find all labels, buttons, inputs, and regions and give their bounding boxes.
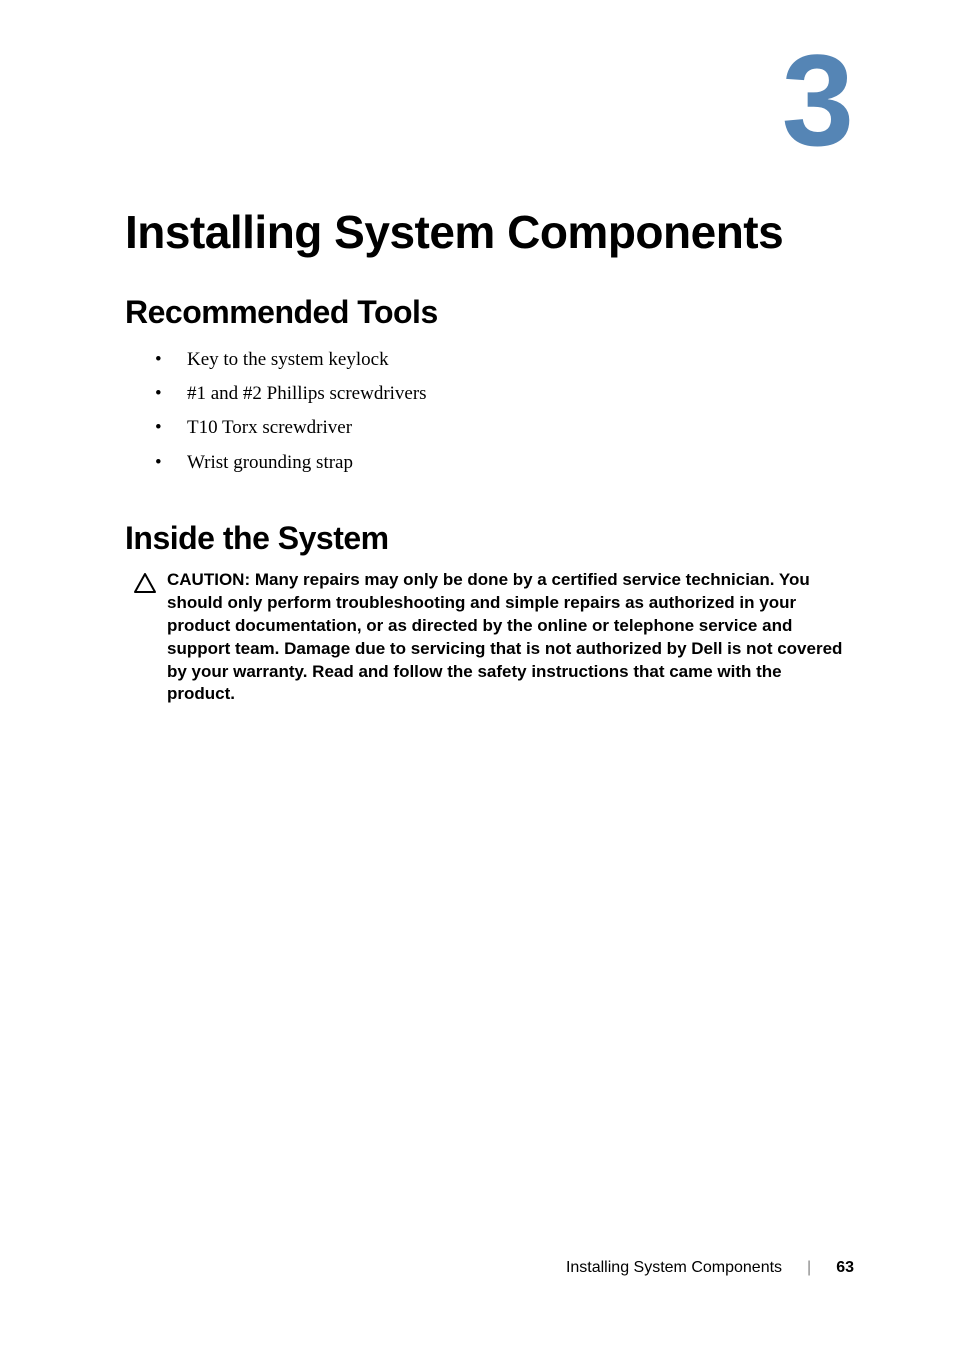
footer-title: Installing System Components (566, 1259, 782, 1277)
section-heading-tools: Recommended Tools (125, 294, 854, 331)
caution-label: CAUTION: (167, 570, 255, 589)
tools-list: Key to the system keylock #1 and #2 Phil… (125, 343, 854, 480)
list-item: #1 and #2 Phillips screwdrivers (155, 377, 854, 411)
footer-divider: | (807, 1259, 811, 1277)
section-heading-inside: Inside the System (125, 520, 854, 557)
caution-block: CAUTION: Many repairs may only be done b… (125, 569, 854, 707)
chapter-number: 3 (782, 35, 854, 165)
caution-triangle-icon (133, 572, 157, 599)
page-footer: Installing System Components | 63 (566, 1259, 854, 1277)
chapter-title: Installing System Components (125, 205, 854, 259)
caution-text: CAUTION: Many repairs may only be done b… (167, 569, 854, 707)
list-item: Wrist grounding strap (155, 446, 854, 480)
footer-page-number: 63 (836, 1259, 854, 1277)
caution-body: Many repairs may only be done by a certi… (167, 570, 842, 704)
list-item: Key to the system keylock (155, 343, 854, 377)
list-item: T10 Torx screwdriver (155, 411, 854, 445)
